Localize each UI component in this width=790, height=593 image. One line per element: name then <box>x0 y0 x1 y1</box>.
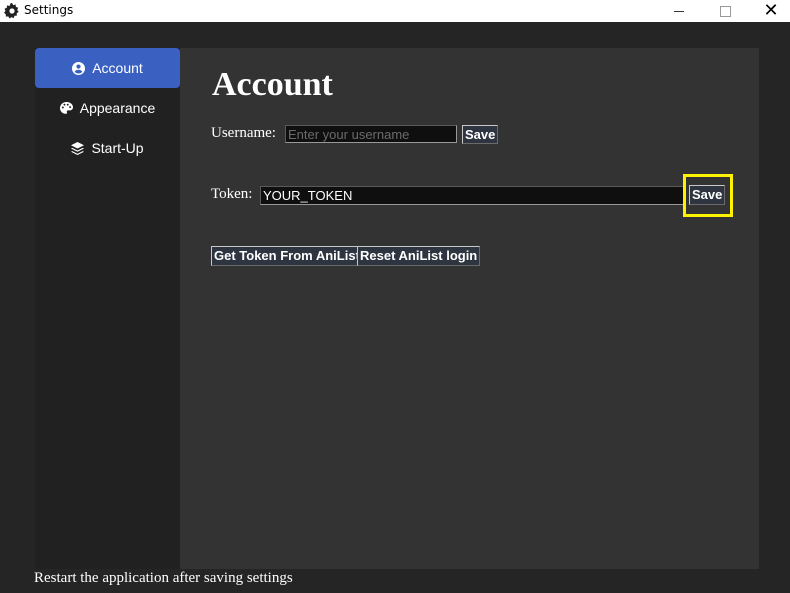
token-label: Token: <box>211 186 253 202</box>
footer-note: Restart the application after saving set… <box>34 570 293 586</box>
maximize-icon <box>719 5 731 17</box>
title-bar: Settings ✕ <box>0 0 790 22</box>
get-token-button[interactable]: Get Token From AniList <box>211 246 363 266</box>
close-icon: ✕ <box>763 0 779 21</box>
minimize-button[interactable] <box>656 0 702 22</box>
reset-login-button[interactable]: Reset AniList login <box>357 246 481 266</box>
window-title: Settings <box>24 3 74 17</box>
username-label: Username: <box>211 125 276 141</box>
sidebar-item-appearance[interactable]: Appearance <box>35 88 180 128</box>
page-title: Account <box>212 66 333 103</box>
username-save-button[interactable]: Save <box>462 125 499 144</box>
highlight-box <box>683 174 733 217</box>
sidebar-item-account[interactable]: Account <box>35 48 180 88</box>
username-input[interactable] <box>285 125 457 143</box>
palette-icon <box>59 101 73 115</box>
sidebar-item-label: Appearance <box>79 100 156 116</box>
sidebar-item-startup[interactable]: Start-Up <box>35 128 180 168</box>
minimize-icon <box>674 10 684 12</box>
user-circle-icon <box>72 61 86 75</box>
maximize-button[interactable] <box>702 0 748 22</box>
gear-icon <box>4 3 20 19</box>
sidebar-item-label: Account <box>92 60 143 76</box>
account-panel: Account Username: Save Token: Save Get T… <box>180 48 759 569</box>
close-button[interactable]: ✕ <box>748 0 790 22</box>
sidebar: Account Appearance Start-Up <box>35 48 180 569</box>
token-input[interactable] <box>260 186 686 205</box>
layers-icon <box>71 141 85 155</box>
sidebar-item-label: Start-Up <box>91 140 144 156</box>
